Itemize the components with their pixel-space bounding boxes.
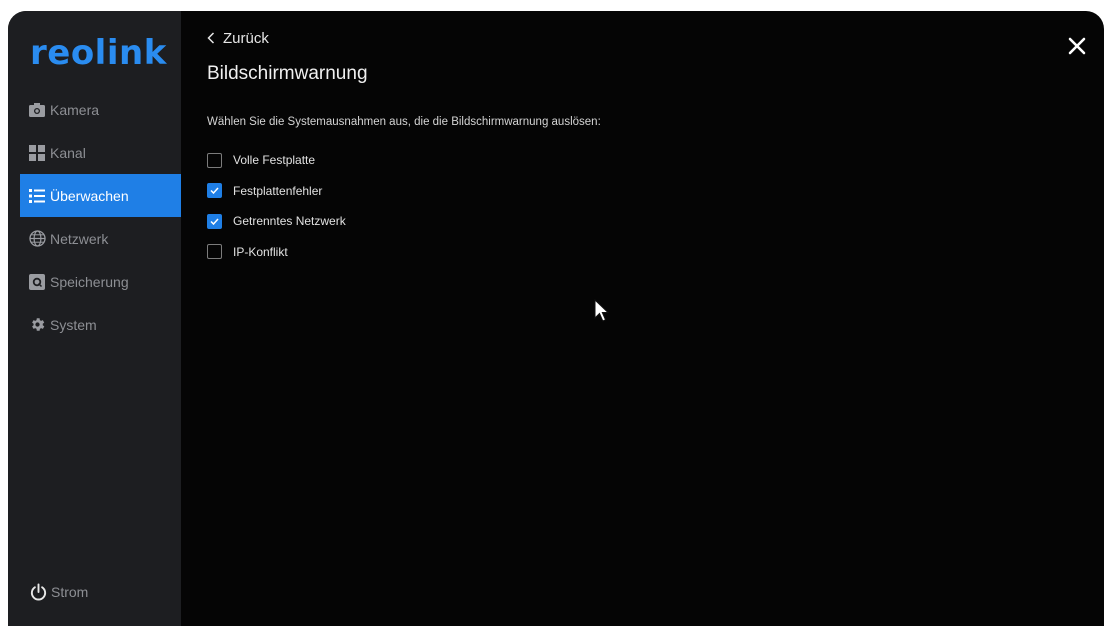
checkbox[interactable] xyxy=(207,213,222,229)
channel-grid-icon xyxy=(28,144,46,162)
checkbox[interactable] xyxy=(207,152,222,168)
page-title: Bildschirmwarnung xyxy=(207,63,368,84)
list-icon xyxy=(28,187,46,205)
option-label: IP-Konflikt xyxy=(233,244,288,259)
globe-icon xyxy=(28,230,46,248)
sidebar: reolink Kamera Kanal Überwachen Netzwerk… xyxy=(8,11,181,626)
storage-icon xyxy=(28,273,46,291)
option-label: Getrenntes Netzwerk xyxy=(233,214,346,229)
main-panel: Zurück Bildschirmwarnung Wählen Sie die … xyxy=(181,11,1104,626)
sidebar-item-system[interactable]: System xyxy=(20,303,181,346)
checkmark-icon xyxy=(210,187,219,195)
back-label: Zurück xyxy=(223,30,269,47)
option-getrenntes-netzwerk[interactable]: Getrenntes Netzwerk xyxy=(207,206,346,237)
option-festplattenfehler[interactable]: Festplattenfehler xyxy=(207,176,346,207)
exception-options: Volle Festplatte Festplattenfehler Getre… xyxy=(207,145,346,267)
power-icon xyxy=(28,582,48,602)
option-ip-konflikt[interactable]: IP-Konflikt xyxy=(207,237,346,268)
sidebar-item-label: Speicherung xyxy=(50,273,129,290)
sidebar-item-label: Kamera xyxy=(50,101,100,118)
mouse-pointer-icon xyxy=(594,298,610,323)
option-label: Festplattenfehler xyxy=(233,183,323,198)
chevron-left-icon xyxy=(207,31,215,47)
sidebar-item-kamera[interactable]: Kamera xyxy=(20,88,181,131)
options-description: Wählen Sie die Systemausnahmen aus, die … xyxy=(207,116,601,128)
sidebar-item-label: Überwachen xyxy=(50,187,129,204)
sidebar-item-netzwerk[interactable]: Netzwerk xyxy=(20,217,181,260)
sidebar-nav: Kamera Kanal Überwachen Netzwerk Speiche… xyxy=(20,88,181,346)
sidebar-item-label: System xyxy=(50,316,97,333)
sidebar-item-label: Kanal xyxy=(50,144,86,161)
reolink-logo: reolink xyxy=(30,33,167,73)
gear-icon xyxy=(28,316,46,334)
close-icon[interactable] xyxy=(1066,35,1088,57)
sidebar-item-label: Netzwerk xyxy=(50,230,109,247)
checkbox[interactable] xyxy=(207,183,222,199)
power-button[interactable]: Strom xyxy=(28,582,88,602)
camera-icon xyxy=(28,101,46,119)
settings-window: reolink Kamera Kanal Überwachen Netzwerk… xyxy=(8,11,1104,626)
option-volle-festplatte[interactable]: Volle Festplatte xyxy=(207,145,346,176)
sidebar-item-speicherung[interactable]: Speicherung xyxy=(20,260,181,303)
sidebar-item-ueberwachen[interactable]: Überwachen xyxy=(20,174,181,217)
sidebar-item-kanal[interactable]: Kanal xyxy=(20,131,181,174)
power-label: Strom xyxy=(51,584,89,600)
checkbox[interactable] xyxy=(207,244,222,260)
checkmark-icon xyxy=(210,218,219,225)
back-link[interactable]: Zurück xyxy=(207,30,269,47)
option-label: Volle Festplatte xyxy=(233,153,316,168)
